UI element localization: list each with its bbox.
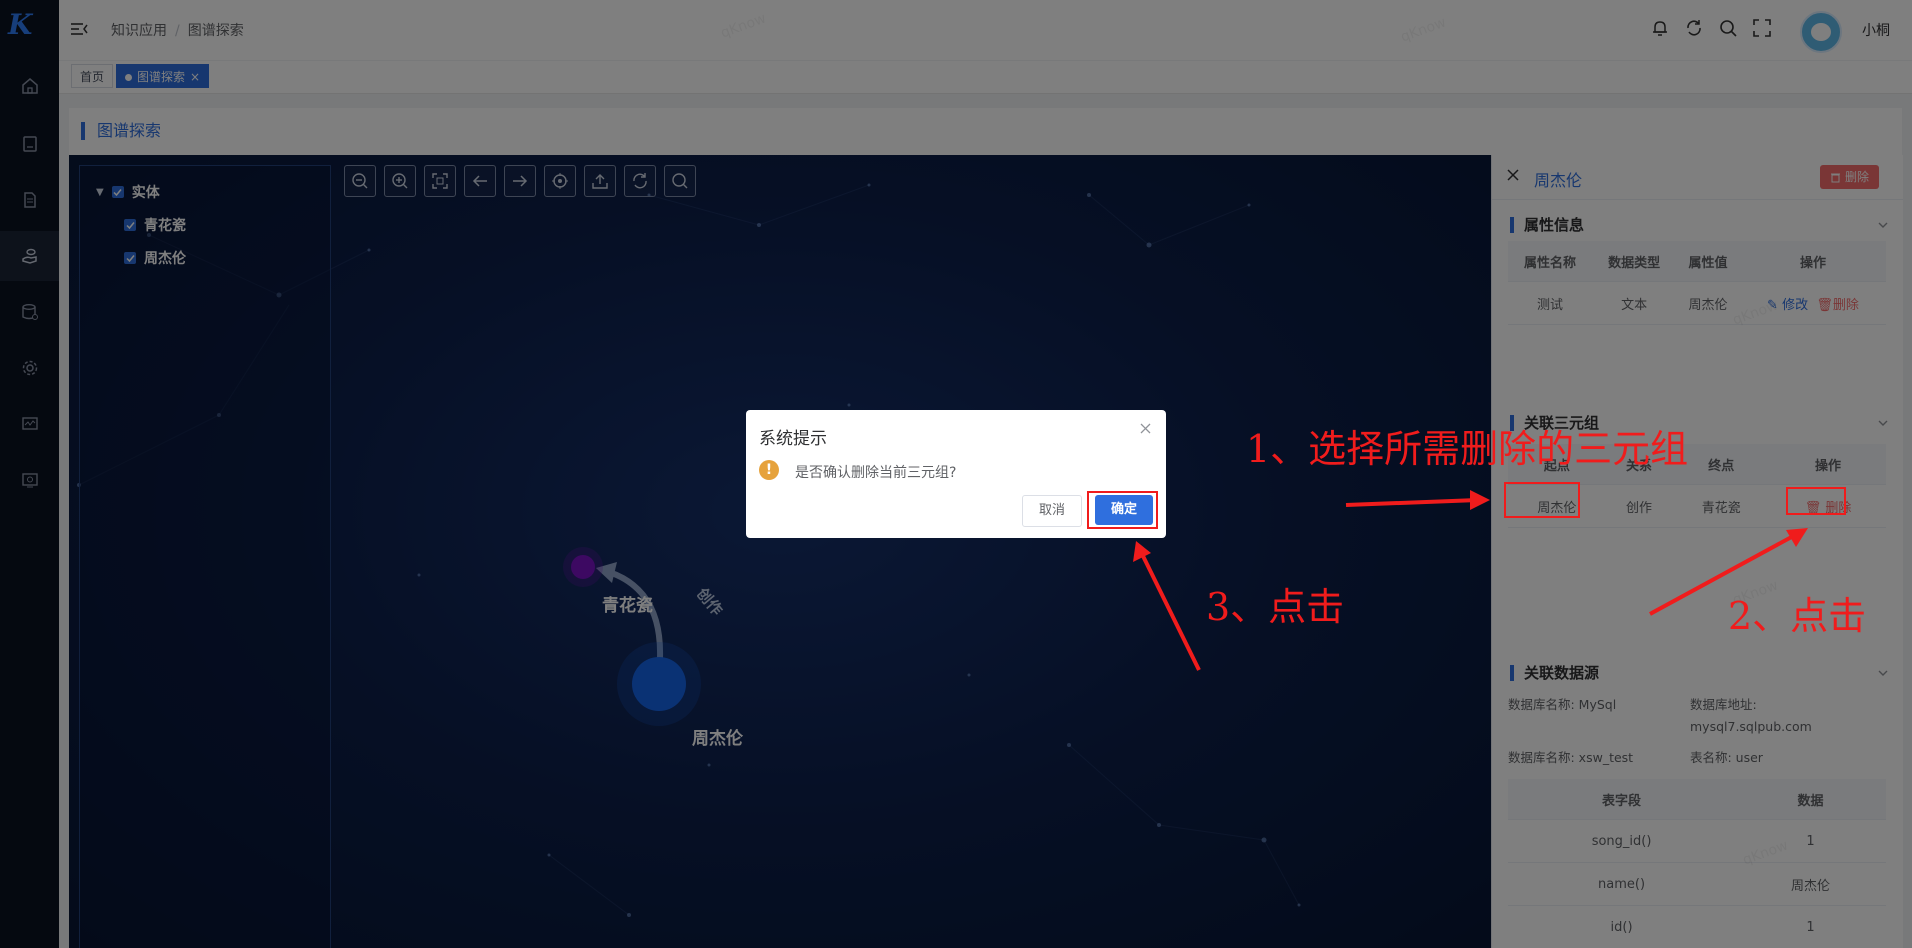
annotation-arrows	[1133, 490, 1808, 671]
annotation-step1: 1、选择所需删除的三元组	[1246, 427, 1689, 471]
annotation-step3: 3、点击	[1206, 585, 1345, 629]
annotation-step2: 2、点击	[1728, 594, 1867, 638]
